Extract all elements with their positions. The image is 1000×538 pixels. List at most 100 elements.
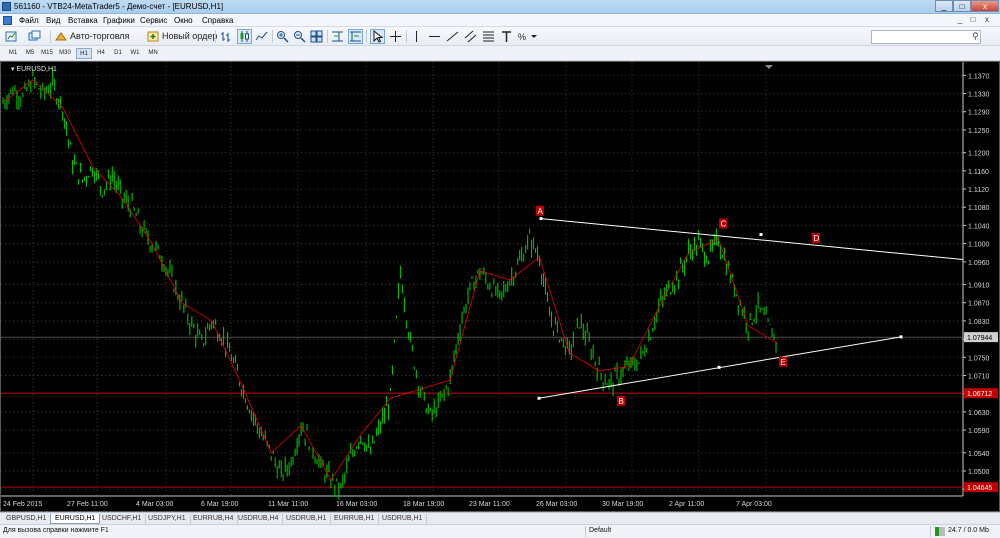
- tab-eurusd-h1[interactable]: EURUSD,H1: [50, 514, 101, 524]
- tab-usdrub-h1-2[interactable]: USDRUB,H1: [378, 514, 428, 524]
- timeframe-m15[interactable]: M15: [39, 48, 55, 59]
- wave-label: E: [781, 358, 786, 367]
- y-tick-label: 1.1080: [968, 205, 990, 212]
- autotrading-icon: [55, 32, 67, 41]
- autotrading-button[interactable]: Авто-торговля: [54, 29, 129, 44]
- timeframe-h1[interactable]: H1: [76, 48, 92, 59]
- y-tick-label: 1.0750: [968, 355, 990, 362]
- menu-insert[interactable]: Вставка: [68, 16, 98, 25]
- x-tick-label: 7 Apr 03:00: [736, 501, 772, 508]
- candle-chart-button[interactable]: [237, 29, 252, 44]
- profiles-button[interactable]: [27, 29, 42, 44]
- fibonacci-icon: [483, 31, 494, 42]
- toolbar: Авто-торговля Новый ордер % ⚲: [0, 27, 1000, 46]
- y-tick-label: 1.0630: [968, 410, 990, 417]
- app-icon: [2, 2, 11, 11]
- help-hint: Для вызова справки нажмите F1: [3, 527, 109, 534]
- percent-dropdown-icon: %: [518, 32, 537, 42]
- trendline-anchor: [899, 335, 903, 339]
- y-tick-label: 1.0540: [968, 451, 990, 458]
- chart-window[interactable]: 1.1370 1.1330 1.1290 1.1250 1.1200 1.1160 1.11…: [0, 61, 1000, 512]
- timeframe-d1[interactable]: D1: [110, 48, 126, 59]
- new-order-button[interactable]: Новый ордер: [146, 29, 217, 44]
- y-tick-label: 1.1040: [968, 223, 990, 230]
- trendline-anchor: [537, 396, 541, 400]
- timeframe-m5[interactable]: M5: [22, 48, 38, 59]
- channel-icon: [464, 30, 477, 43]
- tile-windows-button[interactable]: [309, 29, 324, 44]
- objects-dropdown-button[interactable]: %: [516, 29, 538, 44]
- timeframe-w1[interactable]: W1: [127, 48, 143, 59]
- tab-usdrub-h1[interactable]: USDRUB,H1: [282, 514, 332, 524]
- timeframe-h4[interactable]: H4: [93, 48, 109, 59]
- tab-usdchf-h1[interactable]: USDCHF,H1: [98, 514, 147, 524]
- vertical-line-button[interactable]: [409, 29, 424, 44]
- zoom-out-button[interactable]: [292, 29, 307, 44]
- text-label-button[interactable]: [499, 29, 514, 44]
- x-tick-label: 26 Mar 03:00: [536, 501, 577, 508]
- timeframe-m1[interactable]: M1: [5, 48, 21, 59]
- tab-usdjpy-h1[interactable]: USDJPY,H1: [144, 514, 191, 524]
- mdi-restore-button[interactable]: □: [968, 15, 978, 24]
- menu-file[interactable]: Файл: [19, 16, 39, 25]
- horizontal-line-button[interactable]: [427, 29, 442, 44]
- timeframe-bar: M1 M5 M15 M30 H1 H4 D1 W1 MN: [0, 46, 1000, 61]
- maximize-button[interactable]: □: [953, 0, 971, 12]
- x-tick-label: 4 Mar 03:00: [136, 501, 173, 508]
- menu-charts[interactable]: Графики: [103, 16, 135, 25]
- mdi-minimize-button[interactable]: _: [955, 15, 965, 24]
- equidistant-channel-button[interactable]: [463, 29, 478, 44]
- timeframe-m30[interactable]: M30: [57, 48, 73, 59]
- trendline-button[interactable]: [445, 29, 460, 44]
- tab-eurrub-h4[interactable]: EURRUB,H4: [189, 514, 239, 524]
- crosshair-button[interactable]: [388, 29, 403, 44]
- line-chart-icon: [255, 31, 268, 41]
- y-tick-label: 1.0500: [968, 469, 990, 476]
- cursor-tool-button[interactable]: [370, 29, 385, 44]
- svg-text:%: %: [518, 32, 526, 42]
- y-tick-label: 1.1250: [968, 128, 990, 135]
- zoom-in-button[interactable]: [275, 29, 290, 44]
- horizontal-line-icon: [429, 36, 440, 37]
- menu-help[interactable]: Справка: [202, 16, 233, 25]
- menu-window[interactable]: Окно: [174, 16, 193, 25]
- chart-shift-button[interactable]: [330, 29, 345, 44]
- trendline-anchor: [539, 217, 543, 221]
- bottom-level-label: 1.04645: [967, 485, 992, 492]
- x-tick-label: 27 Feb 11:00: [67, 501, 108, 508]
- chart-window-icon: [3, 16, 12, 25]
- menu-view[interactable]: Вид: [46, 16, 60, 25]
- tab-gbpusd-h1[interactable]: GBPUSD,H1: [2, 514, 52, 524]
- price-chart[interactable]: 1.1370 1.1330 1.1290 1.1250 1.1200 1.1160 1.11…: [1, 62, 999, 511]
- autoscroll-icon: [350, 31, 361, 42]
- title-bar[interactable]: 561160 - VTB24-MetaTrader5 - Демо-счет -…: [0, 0, 1000, 14]
- new-order-icon: [147, 31, 159, 42]
- y-tick-label: 1.1200: [968, 151, 990, 158]
- close-button[interactable]: x: [971, 0, 999, 12]
- line-chart-button[interactable]: [254, 29, 269, 44]
- timeframe-mn[interactable]: MN: [145, 48, 161, 59]
- y-tick-label: 1.0960: [968, 260, 990, 267]
- x-tick-label: 24 Feb 2015: [3, 501, 42, 508]
- x-tick-label: 18 Mar 19:00: [403, 501, 444, 508]
- minimize-button[interactable]: _: [935, 0, 953, 12]
- wave-label: B: [619, 397, 624, 406]
- fibonacci-button[interactable]: [481, 29, 496, 44]
- menu-bar: Файл Вид Вставка Графики Сервис Окно Спр…: [0, 14, 1000, 27]
- y-tick-label: 1.0710: [968, 373, 990, 380]
- bar-chart-button[interactable]: [219, 29, 234, 44]
- tab-usdrub-h4[interactable]: USDRUB,H4: [234, 514, 284, 524]
- wave-label: C: [721, 220, 727, 229]
- window-title: 561160 - VTB24-MetaTrader5 - Демо-счет -…: [14, 2, 224, 11]
- new-order-label: Новый ордер: [162, 31, 218, 41]
- new-chart-button[interactable]: [4, 29, 19, 44]
- autoscroll-button[interactable]: [348, 29, 363, 44]
- trendline-anchor: [717, 365, 721, 369]
- search-icon[interactable]: ⚲: [972, 31, 979, 42]
- text-icon: [502, 31, 511, 42]
- tab-eurrub-h1[interactable]: EURRUB,H1: [330, 514, 380, 524]
- bar-chart-icon: [221, 32, 230, 42]
- mdi-close-button[interactable]: x: [982, 15, 992, 24]
- search-input[interactable]: [871, 30, 981, 44]
- menu-tools[interactable]: Сервис: [140, 16, 167, 25]
